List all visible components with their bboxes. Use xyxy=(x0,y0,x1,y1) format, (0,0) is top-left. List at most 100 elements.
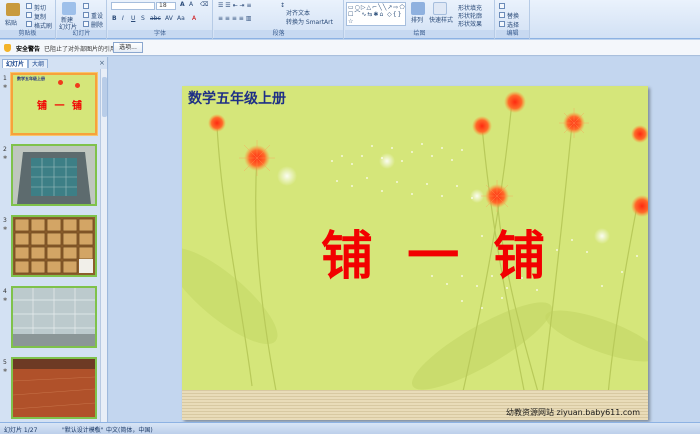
clipboard-group: 粘贴 剪切 复制 格式刷 剪贴板 xyxy=(0,0,56,39)
paste-icon[interactable] xyxy=(6,3,20,16)
thumbnail-number: 5 xyxy=(3,359,7,366)
options-button[interactable]: 选项... xyxy=(113,42,143,53)
thumbnail-slide-4[interactable] xyxy=(11,286,97,348)
slide-title[interactable]: 铺 一 铺 xyxy=(321,214,553,289)
paste-button[interactable]: 粘贴 xyxy=(5,18,17,27)
reset-button[interactable]: 重设 xyxy=(91,11,103,20)
language-status: 中文(简体，中国) xyxy=(106,427,153,434)
security-warning-bar: 安全警告 已阻止了对外部图片的引用 选项... xyxy=(0,40,700,56)
close-pane-icon[interactable]: × xyxy=(99,59,105,67)
drawing-label: 绘图 xyxy=(345,30,494,38)
font-color-icon[interactable]: A xyxy=(192,15,196,22)
shapes-gallery[interactable]: ▭○▷△⌐╲╲↗⇨⬠ ☐⌒∿⇆✱⌂ ◇{}☆ xyxy=(346,2,406,26)
smartart-button[interactable]: 转换为 SmartArt xyxy=(286,17,333,26)
shrink-font-icon[interactable]: A xyxy=(189,1,193,8)
quick-styles-icon[interactable] xyxy=(433,2,447,15)
security-warning-title: 安全警告 xyxy=(16,46,41,53)
tab-slides[interactable]: 幻灯片 xyxy=(2,59,29,68)
thumbnail-row[interactable]: 4 ✱ xyxy=(0,286,100,354)
scrollbar-thumb[interactable] xyxy=(102,77,107,117)
slides-group: 新建 幻灯片 重设 删除 幻灯片 xyxy=(57,0,107,39)
shape-effects-button[interactable]: 形状效果 xyxy=(458,19,482,28)
thumbnail-number: 4 xyxy=(3,288,7,295)
underline-icon[interactable]: U xyxy=(131,15,135,22)
font-label: 字体 xyxy=(108,30,212,38)
text-direction-icon[interactable]: ↕ xyxy=(280,2,285,9)
layout-icon[interactable] xyxy=(83,3,89,9)
grow-font-icon[interactable]: A xyxy=(180,1,185,8)
format-painter-icon[interactable] xyxy=(26,21,32,27)
glass-wall-image xyxy=(13,288,95,346)
format-painter-button[interactable]: 格式刷 xyxy=(34,21,52,30)
slide-workspace: 数学五年级上册 铺 一 铺 幼教资源网站 ziyuan.baby611.com xyxy=(109,57,700,422)
change-case-icon[interactable]: Aa xyxy=(177,15,185,22)
editing-group: 替换 选择 编辑 xyxy=(496,0,530,39)
new-slide-icon[interactable] xyxy=(62,2,76,15)
shadow-icon[interactable]: S xyxy=(141,15,145,22)
pane-scrollbar[interactable] xyxy=(100,69,107,422)
animation-star-icon: ✱ xyxy=(3,297,8,303)
slides-label: 幻灯片 xyxy=(57,30,106,38)
select-icon[interactable] xyxy=(499,21,505,27)
thumbnail-row[interactable]: 2 ✱ xyxy=(0,144,100,212)
select-button[interactable]: 选择 xyxy=(507,20,519,29)
status-bar: 幻灯片 1/27 "默认设计模板" ✓ 中文(简体，中国) xyxy=(0,422,700,434)
shield-warning-icon xyxy=(4,44,11,52)
find-icon[interactable] xyxy=(499,3,505,9)
thumbnail-slide-5[interactable] xyxy=(11,357,97,419)
slide-subtitle[interactable]: 数学五年级上册 xyxy=(188,88,286,108)
animation-star-icon: ✱ xyxy=(3,368,8,374)
slides-pane: 幻灯片 大纲 × 1 ✱ 数学五年级上册 铺 一 铺 2 ✱ 3 ✱ 4 ✱ 5… xyxy=(0,57,108,422)
tab-outline[interactable]: 大纲 xyxy=(28,59,49,68)
clipboard-label: 剪贴板 xyxy=(0,30,55,38)
thumbnail-number: 2 xyxy=(3,146,7,153)
thumbnail-number: 1 xyxy=(3,75,7,82)
arrange-icon[interactable] xyxy=(411,2,425,15)
bold-icon[interactable]: B xyxy=(112,15,117,22)
paragraph-group: ☰ ☰ ⇤ ⇥ ≡ ↕ ≡ ≡ ≡ ≡ ▥ 对齐文本 转换为 SmartArt … xyxy=(214,0,344,39)
clear-format-icon[interactable]: ⌫ xyxy=(200,1,208,8)
replace-button[interactable]: 替换 xyxy=(507,11,519,20)
spacing-icon[interactable]: AV xyxy=(165,15,173,22)
thumbnail-number: 3 xyxy=(3,217,7,224)
floor-image xyxy=(13,359,95,417)
quick-styles-button[interactable]: 快速样式 xyxy=(429,15,453,24)
building-image xyxy=(13,146,95,204)
ribbon: 粘贴 剪切 复制 格式刷 剪贴板 新建 幻灯片 重设 删除 幻灯片 18 A A… xyxy=(0,0,700,39)
drawing-group: ▭○▷△⌐╲╲↗⇨⬠ ☐⌒∿⇆✱⌂ ◇{}☆ 排列 快速样式 形状填充 形状轮廓 … xyxy=(345,0,495,39)
tiles-image xyxy=(13,217,95,275)
editing-label: 编辑 xyxy=(496,30,529,38)
thumbnail-slide-3[interactable] xyxy=(11,215,97,277)
reset-icon[interactable] xyxy=(83,12,89,18)
thumbnail-title: 铺 一 铺 xyxy=(37,101,84,112)
align-icons[interactable]: ≡ ≡ ≡ ≡ ▥ xyxy=(218,15,251,22)
thumbnail-slide-2[interactable] xyxy=(11,144,97,206)
thumbnail-subtitle: 数学五年级上册 xyxy=(17,76,45,81)
cut-icon[interactable] xyxy=(26,3,32,9)
bullets-icon[interactable]: ☰ ☰ ⇤ ⇥ ≡ xyxy=(218,2,251,9)
copy-button[interactable]: 复制 xyxy=(34,12,46,21)
thumbnail-slide-1[interactable]: 数学五年级上册 铺 一 铺 xyxy=(11,73,97,135)
delete-button[interactable]: 删除 xyxy=(91,20,103,29)
replace-icon[interactable] xyxy=(499,12,505,18)
strikethrough-icon[interactable]: abc xyxy=(150,15,161,22)
delete-icon[interactable] xyxy=(83,21,89,27)
align-text-button[interactable]: 对齐文本 xyxy=(286,8,310,17)
flower-icon xyxy=(58,80,63,85)
slide-canvas[interactable]: 数学五年级上册 铺 一 铺 幼教资源网站 ziyuan.baby611.com xyxy=(182,86,648,420)
spell-check-icon[interactable]: ✓ xyxy=(94,425,99,432)
thumbnail-row[interactable]: 5 ✱ xyxy=(0,357,100,422)
pane-tabs: 幻灯片 大纲 xyxy=(2,59,49,68)
security-warning-message: 已阻止了对外部图片的引用 xyxy=(44,46,117,53)
font-name-box[interactable] xyxy=(111,2,155,10)
cut-button[interactable]: 剪切 xyxy=(34,3,46,12)
copy-icon[interactable] xyxy=(26,12,32,18)
italic-icon[interactable]: I xyxy=(122,15,124,22)
font-size-box[interactable]: 18 xyxy=(156,2,176,10)
thumbnail-row[interactable]: 3 ✱ xyxy=(0,215,100,283)
slide-credit: 幼教资源网站 ziyuan.baby611.com xyxy=(506,408,640,417)
slide-count-status: 幻灯片 1/27 xyxy=(4,427,38,434)
thumbnail-row[interactable]: 1 ✱ 数学五年级上册 铺 一 铺 xyxy=(0,73,100,141)
arrange-button[interactable]: 排列 xyxy=(411,15,423,24)
animation-star-icon: ✱ xyxy=(3,84,8,90)
